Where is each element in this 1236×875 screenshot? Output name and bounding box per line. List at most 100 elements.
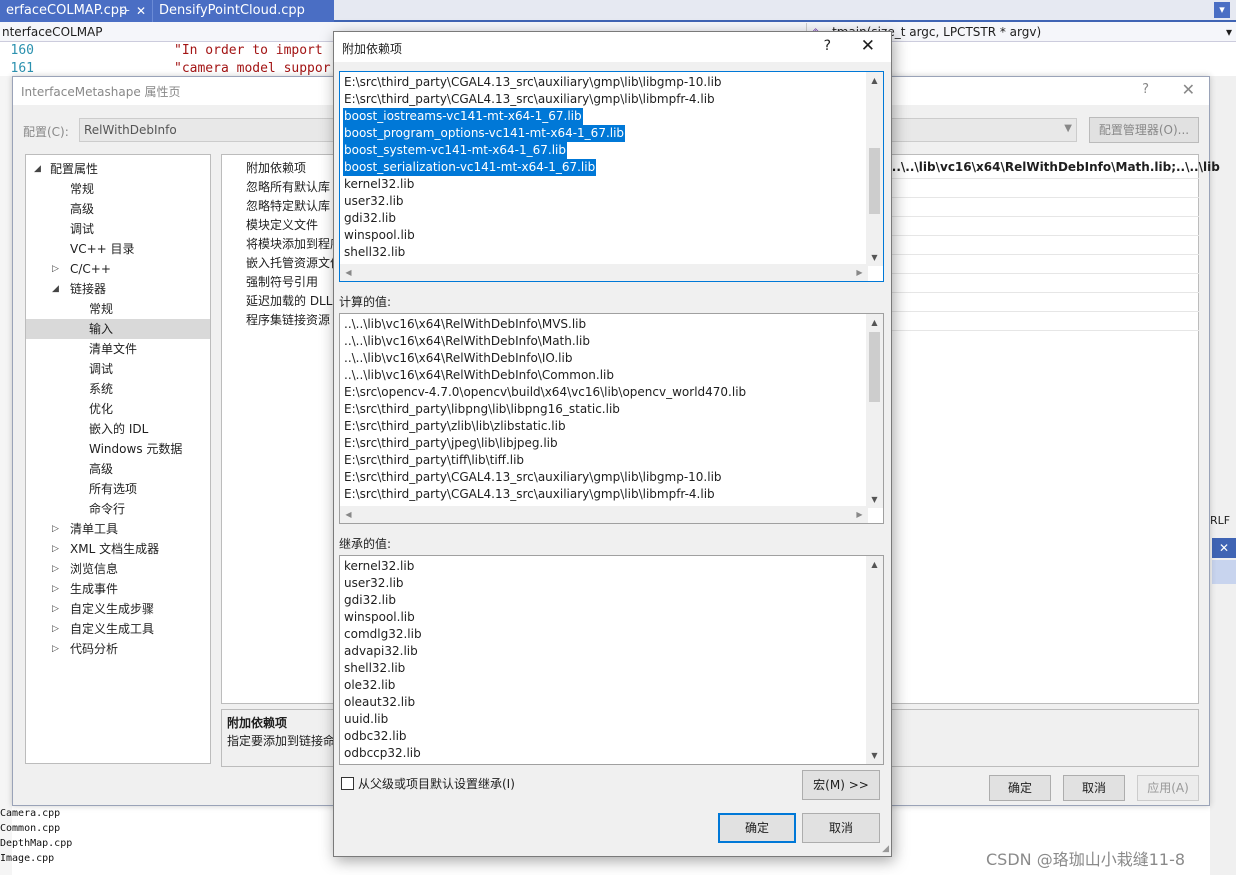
property-row-label[interactable]: 程序集链接资源 (222, 311, 334, 330)
platform-combo[interactable]: ▼ (891, 118, 1077, 142)
dependency-line[interactable]: winspool.lib (344, 227, 415, 244)
tree-item[interactable]: 输入 (26, 319, 210, 339)
scroll-thumb[interactable] (869, 332, 880, 402)
scroll-down-icon[interactable]: ▼ (866, 747, 883, 764)
property-row-label[interactable]: 将模块添加到程序集 (222, 235, 334, 254)
dependency-line[interactable]: gdi32.lib (344, 210, 396, 227)
config-manager-button[interactable]: 配置管理器(O)... (1089, 117, 1199, 143)
inherit-checkbox[interactable] (341, 777, 354, 790)
tree-item[interactable]: ▷ 清单工具 (26, 519, 210, 539)
tree-item[interactable]: 常规 (26, 179, 210, 199)
tree-item[interactable]: 命令行 (26, 499, 210, 519)
dependency-line[interactable]: user32.lib (344, 193, 404, 210)
apply-button[interactable]: 应用(A) (1137, 775, 1199, 801)
cancel-button[interactable]: 取消 (802, 813, 880, 843)
scroll-up-icon[interactable]: ▲ (866, 556, 883, 573)
tree-item[interactable]: 优化 (26, 399, 210, 419)
tree-item[interactable]: 清单文件 (26, 339, 210, 359)
tree-item[interactable]: 系统 (26, 379, 210, 399)
tree-item[interactable]: ▷ 浏览信息 (26, 559, 210, 579)
scroll-up-icon[interactable]: ▲ (866, 72, 883, 89)
dependency-line[interactable]: shell32.lib (344, 244, 405, 261)
tree-item[interactable]: 所有选项 (26, 479, 210, 499)
property-row-label[interactable]: 强制符号引用 (222, 273, 334, 292)
computed-values-box[interactable]: ▲ ▼ ◀ ▶ ..\..\lib\vc16\x64\RelWithDebInf… (339, 313, 884, 524)
tree-item[interactable]: 高级 (26, 199, 210, 219)
dependency-line[interactable]: boost_iostreams-vc141-mt-x64-1_67.lib (343, 108, 583, 125)
vertical-scrollbar[interactable]: ▲ ▼ (866, 556, 883, 764)
tree-item[interactable]: 调试 (26, 359, 210, 379)
config-combo[interactable]: RelWithDebInfo (79, 118, 337, 142)
vertical-scrollbar[interactable]: ▲ ▼ (866, 314, 883, 508)
close-icon[interactable]: ✕ (136, 0, 146, 22)
tab-interfacecolmap[interactable]: erfaceCOLMAP.cpp ⊹ ✕ (0, 0, 152, 22)
ok-button[interactable]: 确定 (718, 813, 796, 843)
dependency-line[interactable]: boost_system-vc141-mt-x64-1_67.lib (343, 142, 568, 159)
close-icon[interactable]: ✕ (1212, 538, 1236, 558)
scroll-right-icon[interactable]: ▶ (851, 506, 868, 523)
scroll-left-icon[interactable]: ◀ (340, 264, 357, 281)
help-icon[interactable]: ? (824, 38, 831, 54)
tree-item[interactable]: ▷ XML 文档生成器 (26, 539, 210, 559)
collapse-arrow-icon[interactable]: ◢ (34, 159, 41, 179)
dependency-line[interactable]: kernel32.lib (344, 176, 414, 193)
dependency-line[interactable]: boost_serialization-vc141-mt-x64-1_67.li… (343, 159, 597, 176)
tree-item[interactable]: 高级 (26, 459, 210, 479)
dependency-line[interactable]: E:\src\third_party\CGAL4.13_src\auxiliar… (344, 74, 722, 91)
chevron-down-icon[interactable]: ▾ (1214, 2, 1230, 18)
tree-item[interactable]: VC++ 目录 (26, 239, 210, 259)
expand-arrow-icon[interactable]: ▷ (52, 539, 59, 559)
tree-item[interactable]: ▷ C/C++ (26, 259, 210, 279)
tab-densifypointcloud[interactable]: DensifyPointCloud.cpp (152, 0, 334, 22)
tree-item[interactable]: ▷ 代码分析 (26, 639, 210, 659)
tree-item[interactable]: 常规 (26, 299, 210, 319)
expand-arrow-icon[interactable]: ▷ (52, 559, 59, 579)
property-row-label[interactable]: 忽略特定默认库 (222, 197, 334, 216)
scroll-right-icon[interactable]: ▶ (851, 264, 868, 281)
expand-arrow-icon[interactable]: ▷ (52, 519, 59, 539)
tree-item[interactable]: ◢ 链接器 (26, 279, 210, 299)
additional-dependencies-value[interactable]: :..\..\lib\vc16\x64\RelWithDebInfo\Math.… (887, 160, 1220, 174)
collapse-arrow-icon[interactable]: ◢ (52, 279, 59, 299)
horizontal-scrollbar[interactable]: ◀ ▶ (340, 264, 868, 281)
horizontal-scrollbar[interactable]: ◀ ▶ (340, 506, 868, 523)
pin-icon[interactable]: ⊹ (121, 0, 130, 22)
scroll-up-icon[interactable]: ▲ (866, 314, 883, 331)
dependency-line[interactable]: boost_program_options-vc141-mt-x64-1_67.… (343, 125, 626, 142)
tree-item[interactable]: Windows 元数据 (26, 439, 210, 459)
code-editor[interactable]: 160 "In order to import 161 "camera model … (0, 42, 334, 76)
close-icon[interactable]: ✕ (1182, 80, 1195, 99)
scroll-down-icon[interactable]: ▼ (866, 249, 883, 266)
resize-grip-icon[interactable]: ◢ (882, 844, 889, 854)
property-tree[interactable]: ◢ 配置属性 常规 高级 调试 VC++ 目录 ▷ C/C++ ◢ 链接器 常规 输入 清单文件 调试 系统… (25, 154, 211, 764)
macro-button[interactable]: 宏(M) >> (802, 770, 880, 800)
property-row-label[interactable]: 忽略所有默认库 (222, 178, 334, 197)
dependencies-edit-box[interactable]: ▲ ▼ ◀ ▶ E:\src\third_party\CGAL4.13_src\… (339, 71, 884, 282)
expand-arrow-icon[interactable]: ▷ (52, 259, 59, 279)
scroll-thumb[interactable] (869, 148, 880, 214)
ok-button[interactable]: 确定 (989, 775, 1051, 801)
close-icon[interactable]: ✕ (861, 36, 875, 56)
scroll-down-icon[interactable]: ▼ (866, 491, 883, 508)
expand-arrow-icon[interactable]: ▷ (52, 639, 59, 659)
expand-arrow-icon[interactable]: ▷ (52, 619, 59, 639)
property-row-label[interactable]: 延迟加载的 DLL (222, 292, 334, 311)
vertical-scrollbar[interactable]: ▲ ▼ (866, 72, 883, 266)
dependency-line[interactable]: E:\src\third_party\CGAL4.13_src\auxiliar… (344, 91, 715, 108)
scroll-left-icon[interactable]: ◀ (340, 506, 357, 523)
cancel-button[interactable]: 取消 (1063, 775, 1125, 801)
inherit-checkbox-label[interactable]: 从父级或项目默认设置继承(I) (358, 775, 515, 792)
inherited-values-box[interactable]: ▲ ▼ kernel32.lib user32.lib gdi32.lib winsp… (339, 555, 884, 765)
tree-item[interactable]: ▷ 自定义生成工具 (26, 619, 210, 639)
project-combo[interactable]: nterfaceCOLMAP (0, 23, 334, 41)
property-row-label[interactable]: 模块定义文件 (222, 216, 334, 235)
tree-item[interactable]: 调试 (26, 219, 210, 239)
tree-item[interactable]: ▷ 自定义生成步骤 (26, 599, 210, 619)
tree-item[interactable]: ◢ 配置属性 (26, 159, 210, 179)
tree-item[interactable]: ▷ 生成事件 (26, 579, 210, 599)
property-row-label[interactable]: 附加依赖项 (222, 159, 334, 178)
chevron-down-icon[interactable]: ▾ (1226, 23, 1232, 41)
expand-arrow-icon[interactable]: ▷ (52, 599, 59, 619)
expand-arrow-icon[interactable]: ▷ (52, 579, 59, 599)
tree-item[interactable]: 嵌入的 IDL (26, 419, 210, 439)
